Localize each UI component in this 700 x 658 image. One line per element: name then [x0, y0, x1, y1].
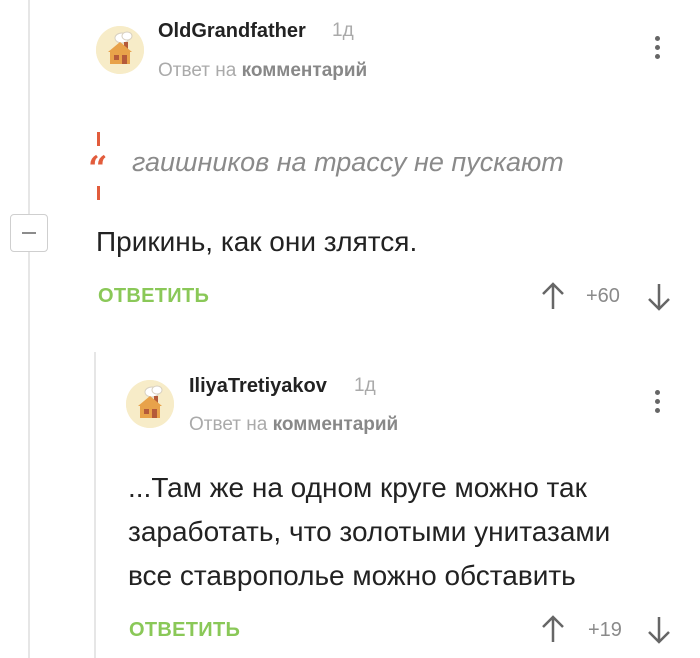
- avatar[interactable]: [126, 380, 174, 428]
- quote-text: гаишников на трассу не пускают: [132, 147, 564, 177]
- reply-to-prefix: Ответ на: [189, 414, 268, 435]
- house-avatar-icon: [126, 380, 174, 428]
- reply-button[interactable]: ОТВЕТИТЬ: [129, 619, 240, 642]
- comment-body: Прикинь, как они злятся.: [96, 226, 418, 257]
- comment-rating: +60: [586, 285, 620, 307]
- reply-to-target[interactable]: комментарий: [273, 414, 399, 435]
- more-options-icon[interactable]: [652, 390, 662, 420]
- comment-author[interactable]: IliyaTretiyakov: [189, 375, 327, 398]
- comment-time: 1д: [354, 375, 376, 396]
- collapse-thread-button[interactable]: [10, 214, 48, 252]
- quote-mark-icon: “: [88, 149, 108, 189]
- reply-button[interactable]: ОТВЕТИТЬ: [98, 285, 209, 308]
- upvote-arrow-icon[interactable]: [540, 281, 566, 311]
- reply-to-link[interactable]: Ответ на комментарий: [189, 414, 398, 436]
- comment-time: 1д: [332, 20, 354, 41]
- thread-line-nested: [94, 352, 96, 658]
- comment-body-line: заработать, что золотыми унитазами: [128, 516, 611, 547]
- downvote-arrow-icon[interactable]: [646, 282, 672, 312]
- downvote-arrow-icon[interactable]: [646, 615, 672, 645]
- reply-to-target[interactable]: комментарий: [242, 60, 368, 81]
- upvote-arrow-icon[interactable]: [540, 614, 566, 644]
- quote-bar-bottom: [97, 186, 100, 200]
- comment-body-line: все ставрополье можно обставить: [128, 560, 576, 591]
- quote-bar-top: [97, 132, 100, 146]
- reply-to-link[interactable]: Ответ на комментарий: [158, 60, 367, 82]
- reply-to-prefix: Ответ на: [158, 60, 237, 81]
- comment-body-line: ...Там же на одном круге можно так: [128, 472, 587, 503]
- avatar[interactable]: [96, 26, 144, 74]
- comment-author[interactable]: OldGrandfather: [158, 20, 306, 43]
- thread-line: [28, 0, 30, 658]
- house-avatar-icon: [96, 26, 144, 74]
- comment-rating: +19: [588, 619, 622, 641]
- more-options-icon[interactable]: [652, 36, 662, 66]
